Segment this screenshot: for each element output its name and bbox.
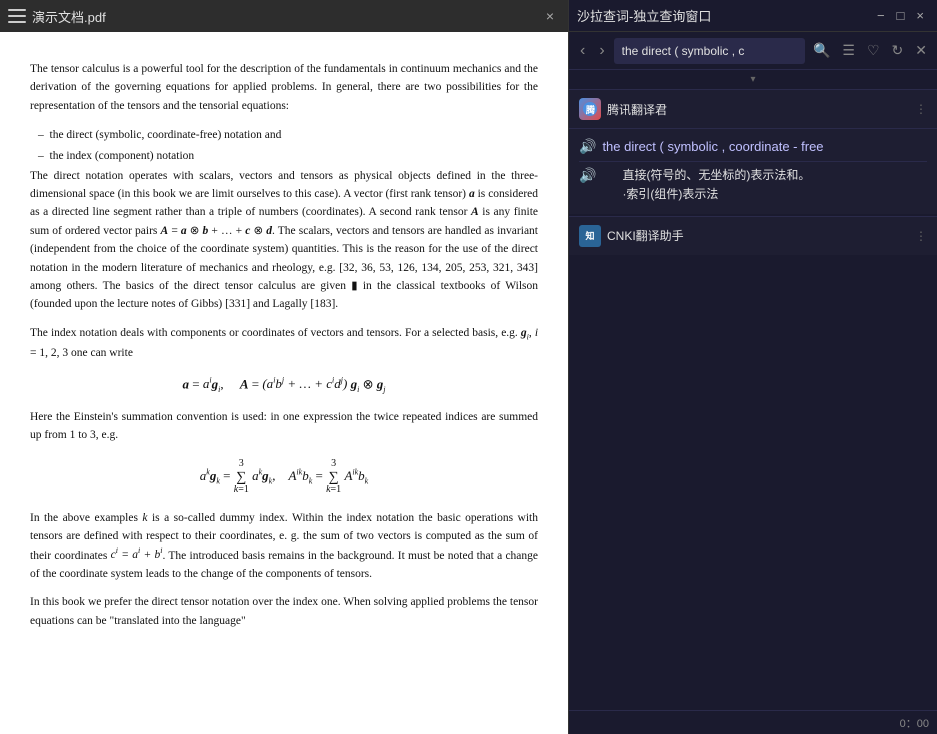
status-time: 0：00 [900, 715, 929, 731]
cnki-header[interactable]: 知 CNKI翻译助手 ⋮ [569, 216, 937, 255]
tencent-speaker-button-1[interactable]: 🔊 [579, 138, 596, 155]
chevron-down-icon: ▾ [750, 74, 755, 85]
dict-forward-button[interactable]: › [594, 41, 609, 61]
tencent-logo: 腾 [579, 98, 601, 120]
pdf-paragraph-6: In this book we prefer the direct tensor… [30, 593, 538, 630]
pdf-menu-icon[interactable] [8, 9, 26, 23]
tencent-name: 腾讯翻译君 [607, 101, 909, 118]
pdf-paragraph-4: Here the Einstein's summation convention… [30, 408, 538, 445]
pdf-equation-2: akgk = 3 ∑ k=1 akgk, Aikbk = 3 ∑ k=1 Aik… [30, 459, 538, 495]
tencent-en-text: the direct ( symbolic , coordinate - fre… [602, 137, 823, 157]
dict-menu-icon[interactable]: ☰ [838, 40, 859, 61]
tencent-translator-header[interactable]: 腾 腾讯翻译君 ⋮ [569, 90, 937, 129]
dict-panel: 沙拉查词-独立查询窗口 − □ × ‹ › 🔍 ☰ ♡ ↻ ✕ ▾ 腾 腾讯翻译 [568, 0, 937, 734]
pdf-equation-1: a = aigi, A = (aibj + … + cidj) gi ⊗ gj [30, 376, 538, 394]
cnki-name: CNKI翻译助手 [607, 227, 909, 244]
divider [579, 161, 927, 162]
tencent-zh-row: 🔊 直接(符号的、无坐标的)表示法和。 ·索引(组件)表示法 [579, 166, 927, 204]
svg-text:腾: 腾 [585, 104, 596, 115]
pdf-list-item-2: – the index (component) notation [30, 146, 538, 167]
tencent-zh-text: 直接(符号的、无坐标的)表示法和。 ·索引(组件)表示法 [622, 166, 810, 204]
dict-close-button[interactable]: × [911, 7, 929, 24]
pdf-titlebar: 演示文档.pdf × [0, 0, 568, 32]
dict-maximize-button[interactable]: □ [892, 7, 910, 24]
dict-dropdown-bar[interactable]: ▾ [569, 70, 937, 90]
dict-nav-close-icon[interactable]: ✕ [911, 40, 931, 61]
pdf-list-item-1: – the direct (symbolic, coordinate-free)… [30, 125, 538, 146]
tencent-expand-icon[interactable]: ⋮ [915, 102, 927, 116]
cnki-expand-icon[interactable]: ⋮ [915, 229, 927, 243]
dict-statusbar: 0：00 [569, 710, 937, 734]
cnki-logo: 知 [579, 225, 601, 247]
dict-title: 沙拉查词-独立查询窗口 [577, 6, 866, 25]
search-icon[interactable]: 🔍 [809, 40, 834, 61]
dict-heart-icon[interactable]: ♡ [863, 40, 884, 61]
tencent-translator-section: 腾 腾讯翻译君 ⋮ 🔊 the direct ( symbolic , coor… [569, 90, 937, 214]
pdf-content: The tensor calculus is a powerful tool f… [0, 32, 568, 734]
dict-minimize-button[interactable]: − [872, 7, 890, 24]
dict-refresh-icon[interactable]: ↻ [888, 40, 908, 61]
pdf-paragraph-1: The tensor calculus is a powerful tool f… [30, 60, 538, 115]
tencent-translation-content: 🔊 the direct ( symbolic , coordinate - f… [569, 129, 937, 214]
dict-back-button[interactable]: ‹ [575, 41, 590, 61]
tencent-speaker-button-2[interactable]: 🔊 [579, 167, 596, 184]
pdf-title: 演示文档.pdf [32, 7, 534, 26]
dict-win-controls: − □ × [872, 7, 929, 24]
pdf-close-button[interactable]: × [540, 6, 560, 26]
pdf-paragraph-2: The direct notation operates with scalar… [30, 167, 538, 314]
tencent-en-row: 🔊 the direct ( symbolic , coordinate - f… [579, 137, 927, 157]
pdf-panel: 演示文档.pdf × The tensor calculus is a powe… [0, 0, 568, 734]
pdf-paragraph-5: In the above examples k is a so-called d… [30, 509, 538, 583]
pdf-paragraph-3: The index notation deals with components… [30, 324, 538, 362]
dict-search-input[interactable] [614, 38, 805, 64]
dict-navbar: ‹ › 🔍 ☰ ♡ ↻ ✕ [569, 32, 937, 70]
cnki-section: 知 CNKI翻译助手 ⋮ [569, 216, 937, 255]
dict-titlebar: 沙拉查词-独立查询窗口 − □ × [569, 0, 937, 32]
